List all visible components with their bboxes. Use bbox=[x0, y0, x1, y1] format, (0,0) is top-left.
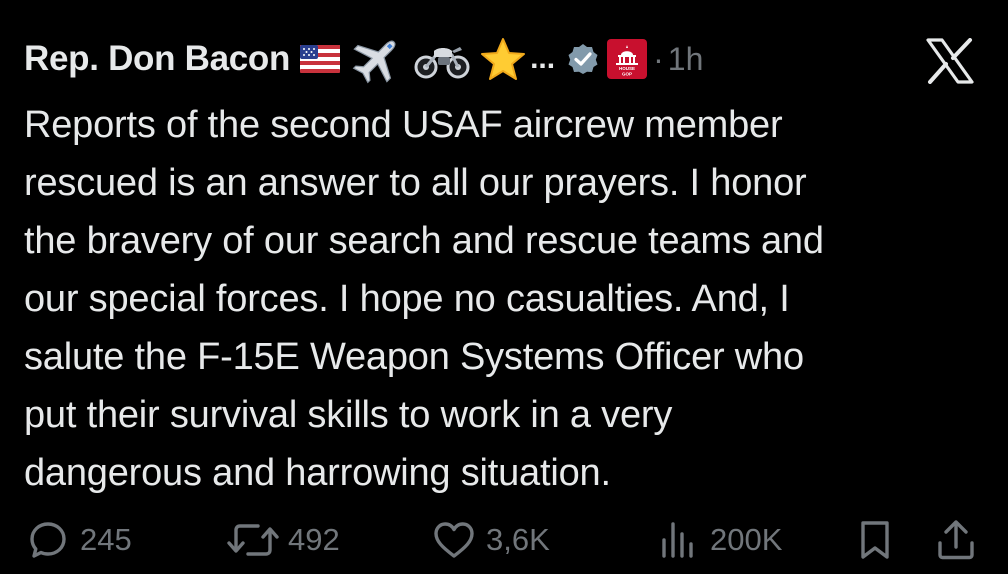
tweet-text: Reports of the second USAF aircrew membe… bbox=[24, 104, 824, 494]
view-count: 200K bbox=[710, 522, 783, 557]
reply-count: 245 bbox=[80, 522, 132, 557]
reply-button[interactable]: 245 bbox=[28, 516, 132, 564]
meta-separator: · bbox=[653, 40, 664, 77]
author-name[interactable]: Rep. Don Bacon bbox=[24, 39, 290, 79]
svg-text:HOUSE: HOUSE bbox=[619, 66, 635, 71]
share-button[interactable] bbox=[936, 516, 976, 564]
bar-chart-icon bbox=[662, 522, 693, 558]
post-timestamp[interactable]: 1h bbox=[668, 41, 704, 78]
x-logo-icon[interactable] bbox=[926, 38, 974, 89]
like-count: 3,6K bbox=[486, 522, 550, 557]
star-emoji bbox=[480, 37, 526, 81]
bookmark-button[interactable] bbox=[858, 516, 892, 564]
verified-badge-icon[interactable] bbox=[567, 43, 599, 75]
repost-count: 492 bbox=[288, 522, 340, 557]
tweet: Rep. Don Bacon ... HOUSE GOP · 1h Report… bbox=[24, 26, 984, 566]
like-button[interactable]: 3,6K bbox=[432, 516, 550, 564]
repost-button[interactable]: 492 bbox=[226, 516, 340, 564]
upload-arrow-icon bbox=[938, 520, 974, 560]
motorcycle-emoji bbox=[414, 39, 470, 79]
tweet-header: Rep. Don Bacon ... HOUSE GOP · 1h bbox=[24, 34, 984, 84]
us-flag-emoji bbox=[300, 45, 341, 73]
svg-text:GOP: GOP bbox=[622, 72, 632, 77]
heart-icon bbox=[434, 522, 474, 558]
views-button[interactable]: 200K bbox=[658, 516, 782, 564]
retweet-arrows-icon bbox=[227, 524, 279, 556]
house-gop-badge[interactable]: HOUSE GOP bbox=[607, 39, 648, 79]
action-bar: 245 492 3,6K 200K bbox=[24, 516, 984, 564]
airplane-emoji bbox=[350, 32, 404, 86]
speech-bubble-icon bbox=[30, 522, 66, 558]
name-truncation: ... bbox=[530, 42, 556, 75]
bookmark-icon bbox=[861, 521, 889, 559]
